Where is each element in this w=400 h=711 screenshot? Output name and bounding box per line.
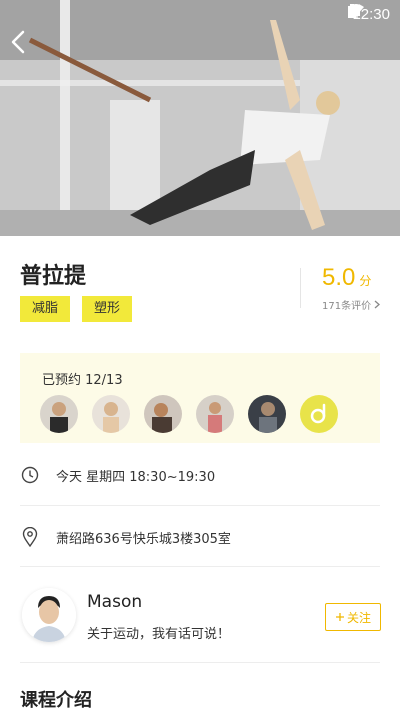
tag-fat-loss: 减脂	[20, 296, 71, 322]
coach-bio: 关于运动，我有话可说！	[87, 627, 231, 642]
battery-icon	[348, 4, 357, 18]
tag-shaping: 塑形	[82, 296, 133, 322]
divider	[20, 566, 380, 567]
coach-avatar[interactable]	[22, 588, 76, 642]
chevron-right-icon	[374, 300, 381, 309]
divider	[20, 662, 380, 663]
participant-avatar[interactable]	[92, 395, 130, 433]
clock-icon	[20, 465, 40, 485]
coach-name: Mason	[87, 592, 143, 612]
divider	[20, 505, 380, 506]
course-title: 普拉提	[20, 264, 87, 289]
status-bar: 12:30	[348, 4, 390, 24]
course-tags: 减脂 塑形	[20, 296, 133, 322]
rating-value: 5.0	[322, 264, 356, 291]
booked-label: 已预约 12/13	[42, 373, 123, 388]
participant-avatar[interactable]	[196, 395, 234, 433]
reviews-link[interactable]: 171条评价	[322, 297, 381, 312]
rating-score: 5.0 分	[322, 264, 371, 292]
brand-logo-icon	[310, 403, 326, 424]
participant-avatar[interactable]	[248, 395, 286, 433]
plus-icon	[335, 613, 344, 621]
rating-unit: 分	[359, 274, 372, 288]
reviews-count: 171条评价	[322, 301, 372, 312]
chevron-left-icon	[11, 30, 25, 54]
schedule-text: 今天 星期四 18:30~19:30	[56, 469, 216, 485]
participant-avatar[interactable]	[144, 395, 182, 433]
hero-image: 12:30	[0, 0, 400, 236]
location-pin-icon	[20, 527, 40, 547]
course-intro-heading: 课程介绍	[20, 690, 92, 711]
back-button[interactable]	[10, 30, 42, 62]
follow-label: 关注	[346, 610, 371, 625]
divider	[300, 268, 301, 308]
participant-avatars	[40, 395, 338, 433]
schedule-row: 今天 星期四 18:30~19:30	[20, 455, 380, 495]
hero-photo	[0, 0, 400, 236]
participant-avatar[interactable]	[40, 395, 78, 433]
booked-panel: 已预约 12/13	[20, 353, 380, 443]
follow-button[interactable]: 关注	[325, 603, 381, 631]
brand-logo-avatar[interactable]	[300, 395, 338, 433]
location-text: 萧绍路636号快乐城3楼305室	[56, 531, 231, 547]
location-row[interactable]: 萧绍路636号快乐城3楼305室	[20, 517, 380, 557]
